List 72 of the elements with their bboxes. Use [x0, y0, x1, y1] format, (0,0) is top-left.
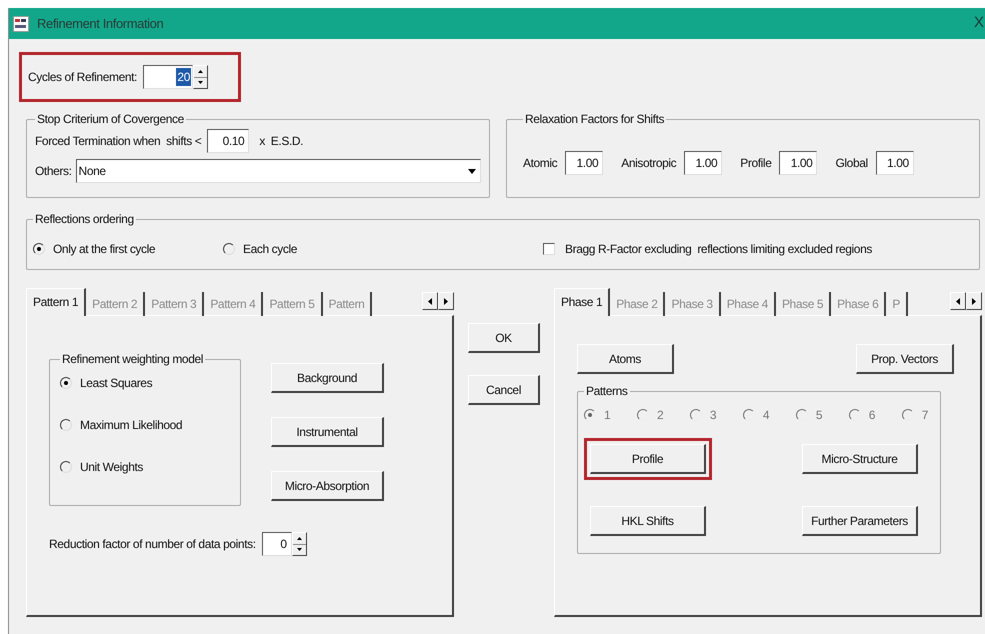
- scroll-right-button[interactable]: [438, 292, 454, 310]
- radio-label: 2: [656, 407, 664, 424]
- dialog-button[interactable]: Prop. Vectors: [856, 344, 954, 374]
- checkbox[interactable]: [543, 242, 555, 254]
- radio-button[interactable]: [33, 242, 45, 254]
- number-field[interactable]: 1.00: [565, 150, 604, 174]
- field-label: Cycles of Refinement:: [28, 69, 137, 86]
- app-icon: [13, 16, 29, 32]
- down-arrow-icon: [198, 81, 203, 84]
- dialog-button[interactable]: Atoms: [577, 344, 674, 374]
- tab[interactable]: Pattern 1: [26, 288, 86, 316]
- radio-label: 4: [762, 407, 770, 424]
- group-title: Reflections ordering: [34, 211, 135, 228]
- radio-button[interactable]: [60, 377, 72, 389]
- spinner-buttons[interactable]: [292, 532, 307, 556]
- number-field[interactable]: 1.00: [684, 150, 722, 174]
- radio-button[interactable]: [60, 461, 72, 473]
- field-label: Profile: [740, 154, 772, 172]
- radio-label: 7: [922, 407, 928, 424]
- number-field[interactable]: 1.00: [876, 150, 914, 174]
- dialog-button[interactable]: Further Parameters: [802, 506, 918, 536]
- group-title: Stop Criterium of Covergence: [36, 111, 185, 128]
- dialog-button[interactable]: Micro-Absorption: [271, 471, 384, 501]
- field-label: Forced Termination when shifts <: [35, 133, 202, 150]
- up-arrow-icon: [198, 70, 203, 73]
- left-arrow-icon: [428, 298, 432, 304]
- dialog-button[interactable]: OK: [468, 323, 540, 353]
- dialog-button[interactable]: Profile: [590, 444, 706, 474]
- tab[interactable]: Phase 1: [554, 288, 610, 316]
- radio-label: 5: [816, 407, 822, 424]
- field-label: Global: [835, 154, 868, 172]
- radio-button[interactable]: [223, 242, 235, 254]
- field-label: Anisotropic: [621, 154, 676, 172]
- up-arrow-icon: [296, 536, 302, 540]
- radio-label: 3: [710, 407, 716, 424]
- checkbox-label: Bragg R-Factor excluding reflections limiting excluded regions: [565, 240, 872, 258]
- radio-button[interactable]: [60, 419, 72, 431]
- dialog-button[interactable]: Micro-Structure: [802, 444, 918, 474]
- left-arrow-icon: [956, 298, 960, 304]
- scroll-left-button[interactable]: [950, 292, 966, 310]
- number-field[interactable]: 0: [262, 532, 292, 556]
- right-arrow-icon: [444, 298, 448, 304]
- radio-label: Only at the first cycle: [53, 240, 156, 258]
- caret-icon: [468, 168, 476, 174]
- number-field[interactable]: 1.00: [779, 150, 818, 174]
- radio-label: Unit Weights: [80, 459, 144, 476]
- radio-label: Maximum Likelihood: [80, 417, 182, 434]
- field-suffix: x E.S.D.: [259, 133, 304, 150]
- radio-label: Each cycle: [243, 240, 298, 258]
- scroll-left-button[interactable]: [422, 292, 438, 310]
- group-title: Patterns: [585, 383, 628, 400]
- field-label: Atomic: [523, 154, 558, 172]
- group-title: Relaxation Factors for Shifts: [524, 111, 666, 128]
- field-label: Reduction factor of number of data points:: [49, 536, 256, 553]
- window-title: Refinement Information: [37, 14, 164, 33]
- dialog-button[interactable]: Instrumental: [271, 417, 384, 447]
- radio-label: 1: [604, 407, 610, 424]
- radio-label: 6: [868, 407, 876, 424]
- right-arrow-icon: [972, 298, 976, 304]
- cycles-field[interactable]: 20: [142, 65, 193, 89]
- field-label: Others:: [35, 163, 72, 180]
- scroll-right-button[interactable]: [966, 292, 982, 310]
- dialog-button[interactable]: Background: [271, 363, 384, 393]
- radio-label: Least Squares: [80, 375, 152, 392]
- dialog-button[interactable]: Cancel: [468, 375, 540, 405]
- down-arrow-icon: [296, 548, 302, 552]
- close-button[interactable]: X: [974, 12, 985, 35]
- spinner-buttons[interactable]: [192, 65, 208, 89]
- others-dropdown[interactable]: None: [76, 159, 481, 183]
- group-title: Refinement weighting model: [61, 351, 204, 368]
- number-field[interactable]: 0.10: [207, 129, 250, 153]
- dialog-button[interactable]: HKL Shifts: [590, 506, 706, 536]
